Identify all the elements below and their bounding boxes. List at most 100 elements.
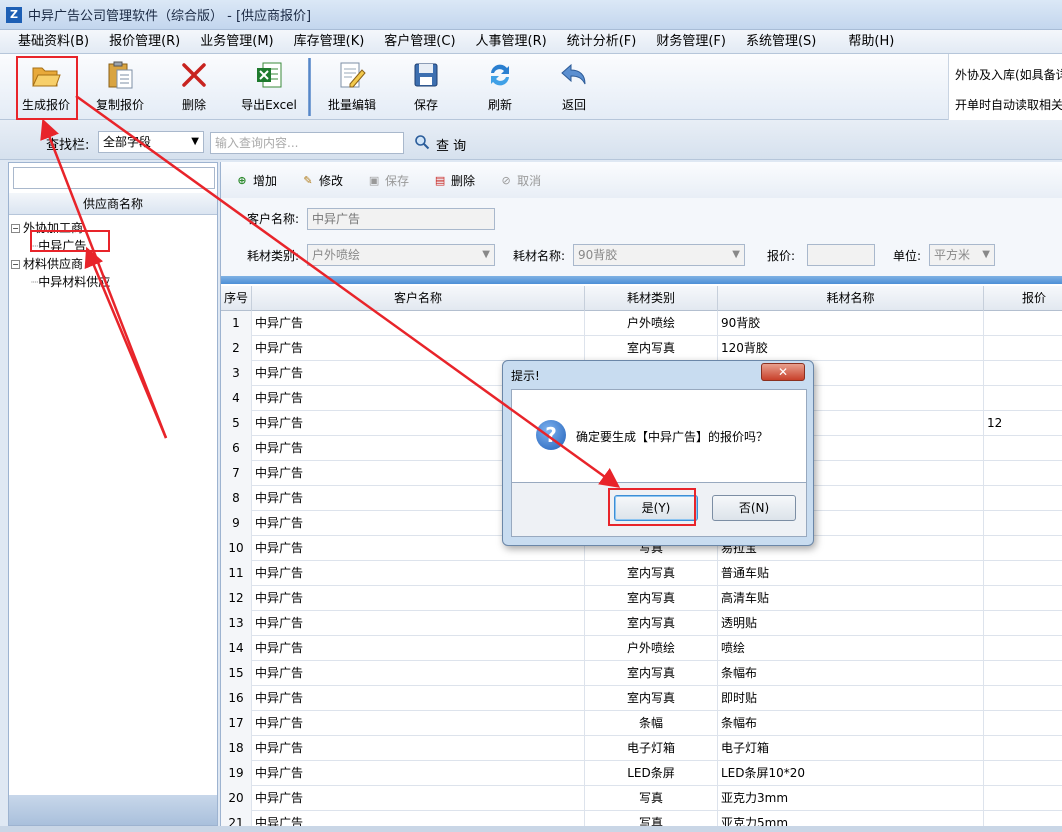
save-button[interactable]: 保存: [404, 58, 448, 116]
material-type-value: 户外喷绘: [312, 248, 361, 262]
cell-index: 20: [221, 786, 252, 811]
panel-splitter[interactable]: [221, 276, 1062, 284]
cell-index: 10: [221, 536, 252, 561]
table-row[interactable]: 1 中异广告 户外喷绘 90背胶: [221, 311, 1062, 336]
collapse-icon[interactable]: −: [11, 260, 20, 269]
search-button[interactable]: 查 询: [414, 134, 466, 154]
cancel-icon: ⊘: [501, 173, 511, 187]
question-icon: ?: [536, 420, 566, 450]
menu-customer-management[interactable]: 客户管理(C): [374, 30, 465, 54]
note-line-2: 开单时自动读取相关: [955, 98, 1062, 112]
copy-quote-button[interactable]: 复制报价: [92, 58, 148, 116]
table-row[interactable]: 12 中异广告 室内写真 高清车贴: [221, 586, 1062, 611]
table-row[interactable]: 19 中异广告 LED条屏 LED条屏10*20: [221, 761, 1062, 786]
material-type-select[interactable]: 户外喷绘 ▼: [307, 244, 495, 266]
export-excel-button[interactable]: 导出Excel: [238, 58, 300, 116]
refresh-label: 刷新: [487, 98, 512, 112]
cancel-button[interactable]: ⊘ 取消: [499, 172, 541, 189]
menu-business-management[interactable]: 业务管理(M): [190, 30, 283, 54]
detail-delete-button[interactable]: ▤ 删除: [433, 172, 475, 189]
tree-item-zhongyi-ad[interactable]: ┈中异广告: [11, 237, 110, 255]
dialog-footer: 是(Y) 否(N): [511, 483, 807, 537]
cell-customer-name: 中异广告: [252, 611, 585, 636]
back-button[interactable]: 返回: [552, 58, 596, 116]
dialog-close-button[interactable]: ✕: [761, 363, 805, 381]
table-row[interactable]: 16 中异广告 室内写真 即时贴: [221, 686, 1062, 711]
header-material-name[interactable]: 耗材名称: [718, 286, 984, 311]
cell-material-type: 条幅: [585, 711, 718, 736]
material-name-select[interactable]: 90背胶 ▼: [573, 244, 745, 266]
cell-price: [984, 536, 1062, 561]
chevron-down-icon: ▼: [482, 249, 490, 260]
menu-quote-management[interactable]: 报价管理(R): [99, 30, 190, 54]
detail-save-button[interactable]: ▣ 保存: [367, 172, 409, 189]
header-index[interactable]: 序号: [221, 286, 252, 311]
supplier-filter-input[interactable]: [13, 167, 215, 189]
generate-quote-button[interactable]: 生成报价: [18, 58, 74, 116]
price-label: 报价:: [767, 249, 796, 263]
menu-finance-management[interactable]: 财务管理(F): [646, 30, 736, 54]
cell-index: 17: [221, 711, 252, 736]
menu-system-management[interactable]: 系统管理(S): [736, 30, 826, 54]
table-row[interactable]: 13 中异广告 室内写真 透明贴: [221, 611, 1062, 636]
collapse-icon[interactable]: −: [11, 224, 20, 233]
header-price[interactable]: 报价: [984, 286, 1062, 311]
edit-button[interactable]: ✎ 修改: [301, 172, 343, 189]
toolbar-separator: [308, 58, 311, 116]
delete-x-icon: [177, 58, 211, 92]
table-row[interactable]: 14 中异广告 户外喷绘 喷绘: [221, 636, 1062, 661]
refresh-button[interactable]: 刷新: [478, 58, 522, 116]
tree-group-material-suppliers[interactable]: − 材料供应商: [11, 255, 110, 273]
back-label: 返回: [561, 98, 586, 112]
customer-name-field[interactable]: 中异广告: [307, 208, 495, 230]
cell-material-name: 120背胶: [718, 336, 984, 361]
close-icon: ✕: [777, 365, 789, 379]
table-row[interactable]: 20 中异广告 写真 亚克力3mm: [221, 786, 1062, 811]
unit-select[interactable]: 平方米 ▼: [929, 244, 995, 266]
menu-inventory-management[interactable]: 库存管理(K): [284, 30, 375, 54]
table-row[interactable]: 2 中异广告 室内写真 120背胶: [221, 336, 1062, 361]
copy-quote-label: 复制报价: [95, 98, 144, 112]
menu-basic-data[interactable]: 基础资料(B): [8, 30, 99, 54]
menu-statistics[interactable]: 统计分析(F): [557, 30, 647, 54]
cell-index: 15: [221, 661, 252, 686]
cell-material-name: 亚克力3mm: [718, 786, 984, 811]
edit-document-icon: [335, 58, 369, 92]
delete-button[interactable]: 删除: [170, 58, 218, 116]
header-customer-name[interactable]: 客户名称: [252, 286, 585, 311]
unit-label: 单位:: [893, 249, 922, 263]
cell-material-type: 电子灯箱: [585, 736, 718, 761]
window-title: 中异广告公司管理软件（综合版） - [供应商报价]: [28, 9, 312, 24]
tree-group-outsourcing[interactable]: − 外协加工商: [11, 219, 110, 237]
dialog-message: 确定要生成【中异广告】的报价吗？: [576, 430, 769, 444]
material-name-value: 90背胶: [578, 248, 618, 262]
dialog-body: ? 确定要生成【中异广告】的报价吗？: [511, 389, 807, 483]
cell-index: 6: [221, 436, 252, 461]
table-row[interactable]: 18 中异广告 电子灯箱 电子灯箱: [221, 736, 1062, 761]
table-row[interactable]: 15 中异广告 室内写真 条幅布: [221, 661, 1062, 686]
open-folder-icon: [29, 58, 63, 92]
cell-index: 12: [221, 586, 252, 611]
menu-hr-management[interactable]: 人事管理(R): [466, 30, 557, 54]
menu-help[interactable]: 帮助(H): [838, 30, 904, 54]
add-button[interactable]: ⊕ 增加: [235, 172, 277, 189]
tree-item-zhongyi-material[interactable]: ┈中异材料供应: [11, 273, 110, 291]
search-input[interactable]: 输入查询内容...: [210, 132, 404, 154]
export-excel-label: 导出Excel: [241, 98, 297, 112]
table-row[interactable]: 17 中异广告 条幅 条幅布: [221, 711, 1062, 736]
cell-customer-name: 中异广告: [252, 636, 585, 661]
generate-quote-label: 生成报价: [21, 98, 70, 112]
cell-index: 16: [221, 686, 252, 711]
table-row[interactable]: 11 中异广告 室内写真 普通车贴: [221, 561, 1062, 586]
cell-price: [984, 761, 1062, 786]
price-field[interactable]: [807, 244, 875, 266]
dialog-no-button[interactable]: 否(N): [712, 495, 796, 521]
header-material-type[interactable]: 耗材类别: [585, 286, 718, 311]
dialog-yes-button[interactable]: 是(Y): [614, 495, 698, 521]
cell-material-type: 户外喷绘: [585, 311, 718, 336]
edit-label: 修改: [319, 173, 344, 188]
table-header: 序号 客户名称 耗材类别 耗材名称 报价: [221, 286, 1062, 311]
search-field-select[interactable]: 全部字段 ▼: [98, 131, 204, 153]
quote-form: 客户名称: 中异广告 耗材类别: 户外喷绘 ▼ 耗材名称: 90背胶 ▼ 报价: 单…: [221, 198, 1062, 276]
batch-edit-button[interactable]: 批量编辑: [324, 58, 380, 116]
